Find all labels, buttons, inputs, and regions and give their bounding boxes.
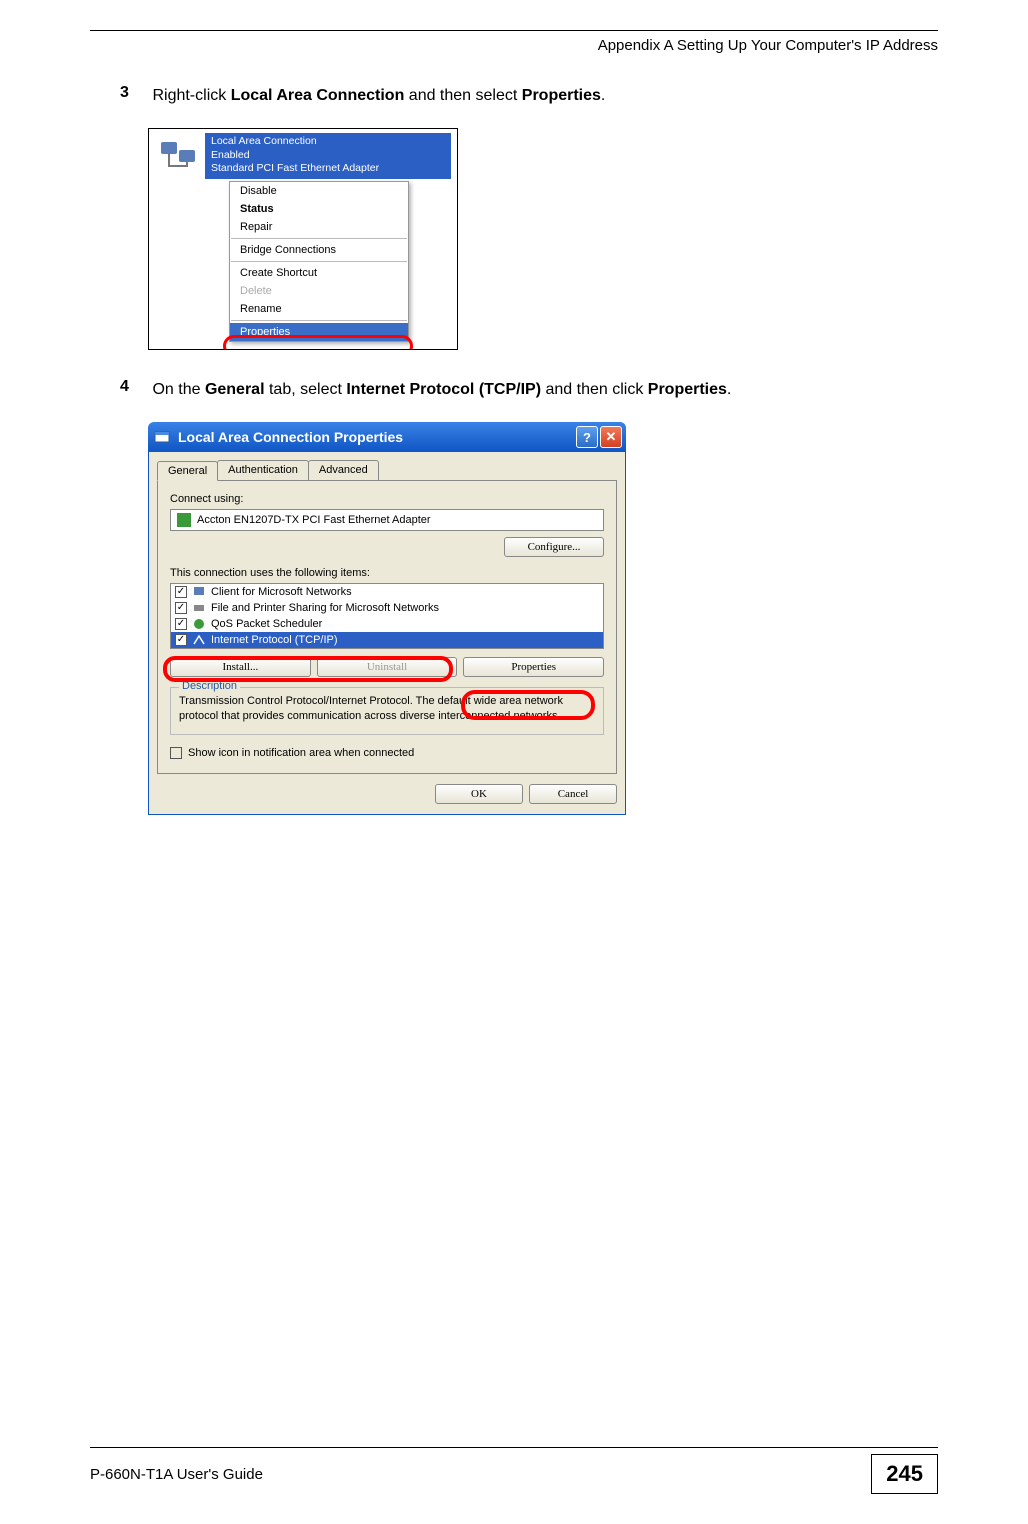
item-label: Internet Protocol (TCP/IP) — [211, 634, 338, 646]
menu-separator — [231, 238, 407, 239]
adapter-field: Accton EN1207D-TX PCI Fast Ethernet Adap… — [170, 509, 604, 531]
network-icon — [153, 133, 205, 179]
step3-t2: and then select — [404, 87, 521, 104]
step3-b2: Properties — [522, 87, 601, 104]
adapter-icon — [177, 513, 191, 527]
connection-adapter: Standard PCI Fast Ethernet Adapter — [211, 162, 445, 176]
item-label: QoS Packet Scheduler — [211, 618, 322, 630]
step4-text: On the General tab, select Internet Prot… — [152, 378, 912, 402]
tabs: General Authentication Advanced — [157, 460, 617, 481]
item-label: File and Printer Sharing for Microsoft N… — [211, 602, 439, 614]
service-icon — [192, 601, 206, 615]
footer-guide-name: P-660N-T1A User's Guide — [90, 1466, 263, 1483]
step4-b1: General — [205, 381, 265, 398]
step-4: 4 On the General tab, select Internet Pr… — [120, 378, 938, 402]
step4-t1: On the — [152, 381, 204, 398]
menu-bridge[interactable]: Bridge Connections — [230, 241, 408, 259]
item-label: Client for Microsoft Networks — [211, 586, 352, 598]
step4-t2: tab, select — [265, 381, 347, 398]
menu-rename[interactable]: Rename — [230, 300, 408, 318]
menu-disable[interactable]: Disable — [230, 182, 408, 200]
description-group: Description Transmission Control Protoco… — [170, 687, 604, 735]
dialog-titlebar: Local Area Connection Properties ? ✕ — [148, 422, 626, 452]
header-appendix: Appendix A Setting Up Your Computer's IP… — [90, 37, 938, 54]
tab-advanced[interactable]: Advanced — [308, 460, 379, 480]
checkbox-icon[interactable] — [170, 747, 182, 759]
step4-b2: Internet Protocol (TCP/IP) — [346, 381, 541, 398]
tab-authentication[interactable]: Authentication — [217, 460, 309, 480]
step4-t3: and then click — [541, 381, 648, 398]
show-icon-label: Show icon in notification area when conn… — [188, 747, 414, 759]
protocol-icon — [192, 633, 206, 647]
figure-properties-dialog: Local Area Connection Properties ? ✕ Gen… — [148, 422, 626, 815]
item-qos[interactable]: ✓ QoS Packet Scheduler — [171, 616, 603, 632]
connect-using-label: Connect using: — [170, 493, 604, 505]
menu-status[interactable]: Status — [230, 200, 408, 218]
tab-general[interactable]: General — [157, 461, 218, 481]
figure-context-menu: Local Area Connection Enabled Standard P… — [148, 128, 458, 350]
client-icon — [192, 585, 206, 599]
uninstall-button: Uninstall — [317, 657, 458, 677]
service-icon — [192, 617, 206, 631]
description-text: Transmission Control Protocol/Internet P… — [179, 694, 595, 724]
step4-t4: . — [727, 381, 731, 398]
page-number: 245 — [871, 1454, 938, 1494]
menu-delete: Delete — [230, 282, 408, 300]
step3-t1: Right-click — [152, 87, 230, 104]
install-button[interactable]: Install... — [170, 657, 311, 677]
item-file-printer[interactable]: ✓ File and Printer Sharing for Microsoft… — [171, 600, 603, 616]
step3-t3: . — [601, 87, 605, 104]
item-tcpip[interactable]: ✓ Internet Protocol (TCP/IP) — [171, 632, 603, 648]
checkbox-icon[interactable]: ✓ — [175, 586, 187, 598]
step4-b3: Properties — [648, 381, 727, 398]
connection-status: Enabled — [211, 149, 445, 163]
context-menu: Disable Status Repair Bridge Connections… — [229, 181, 409, 342]
cancel-button[interactable]: Cancel — [529, 784, 617, 804]
item-client-msnet[interactable]: ✓ Client for Microsoft Networks — [171, 584, 603, 600]
step3-text: Right-click Local Area Connection and th… — [152, 84, 912, 108]
step3-b1: Local Area Connection — [231, 87, 405, 104]
adapter-name: Accton EN1207D-TX PCI Fast Ethernet Adap… — [197, 514, 431, 526]
menu-repair[interactable]: Repair — [230, 218, 408, 236]
show-icon-row[interactable]: Show icon in notification area when conn… — [170, 747, 604, 759]
menu-separator — [231, 261, 407, 262]
menu-shortcut[interactable]: Create Shortcut — [230, 264, 408, 282]
help-button[interactable]: ? — [576, 426, 598, 448]
ok-button[interactable]: OK — [435, 784, 523, 804]
menu-separator — [231, 320, 407, 321]
titlebar-icon — [154, 429, 170, 445]
page-footer: P-660N-T1A User's Guide 245 — [90, 1447, 938, 1494]
configure-button[interactable]: Configure... — [504, 537, 604, 557]
checkbox-icon[interactable]: ✓ — [175, 618, 187, 630]
dialog-title: Local Area Connection Properties — [174, 429, 574, 445]
connection-banner: Local Area Connection Enabled Standard P… — [153, 133, 451, 179]
properties-button[interactable]: Properties — [463, 657, 604, 677]
step-3: 3 Right-click Local Area Connection and … — [120, 84, 938, 108]
step4-number: 4 — [120, 378, 148, 396]
menu-properties[interactable]: Properties — [230, 323, 408, 341]
checkbox-icon[interactable]: ✓ — [175, 602, 187, 614]
description-label: Description — [179, 680, 240, 692]
close-button[interactable]: ✕ — [600, 426, 622, 448]
items-list[interactable]: ✓ Client for Microsoft Networks ✓ File a… — [170, 583, 604, 649]
items-label: This connection uses the following items… — [170, 567, 604, 579]
connection-name: Local Area Connection — [211, 135, 445, 149]
step3-number: 3 — [120, 84, 148, 102]
checkbox-icon[interactable]: ✓ — [175, 634, 187, 646]
